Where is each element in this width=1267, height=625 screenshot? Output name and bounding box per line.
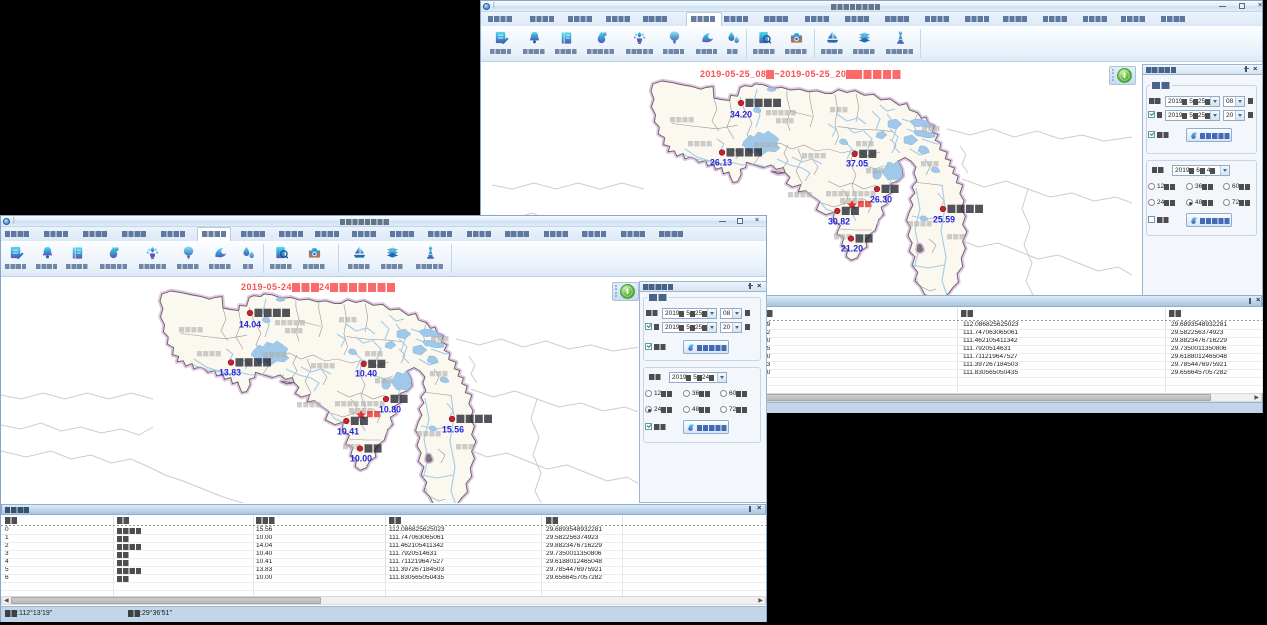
svg-text:10.40: 10.40 [355,369,377,379]
svg-text:30.82: 30.82 [828,217,850,227]
svg-text:26.13: 26.13 [710,158,732,168]
svg-text:10.41: 10.41 [337,427,359,437]
svg-text:34.20: 34.20 [730,110,752,120]
svg-text:15.56: 15.56 [442,425,464,435]
svg-text:37.05: 37.05 [846,159,868,169]
svg-text:13.83: 13.83 [219,368,241,378]
svg-text:26.30: 26.30 [870,195,892,205]
svg-text:25.59: 25.59 [933,215,955,225]
svg-text:10.00: 10.00 [350,454,372,464]
svg-text:21.20: 21.20 [841,244,863,254]
svg-text:10.80: 10.80 [379,405,401,415]
svg-text:14.04: 14.04 [239,320,261,330]
